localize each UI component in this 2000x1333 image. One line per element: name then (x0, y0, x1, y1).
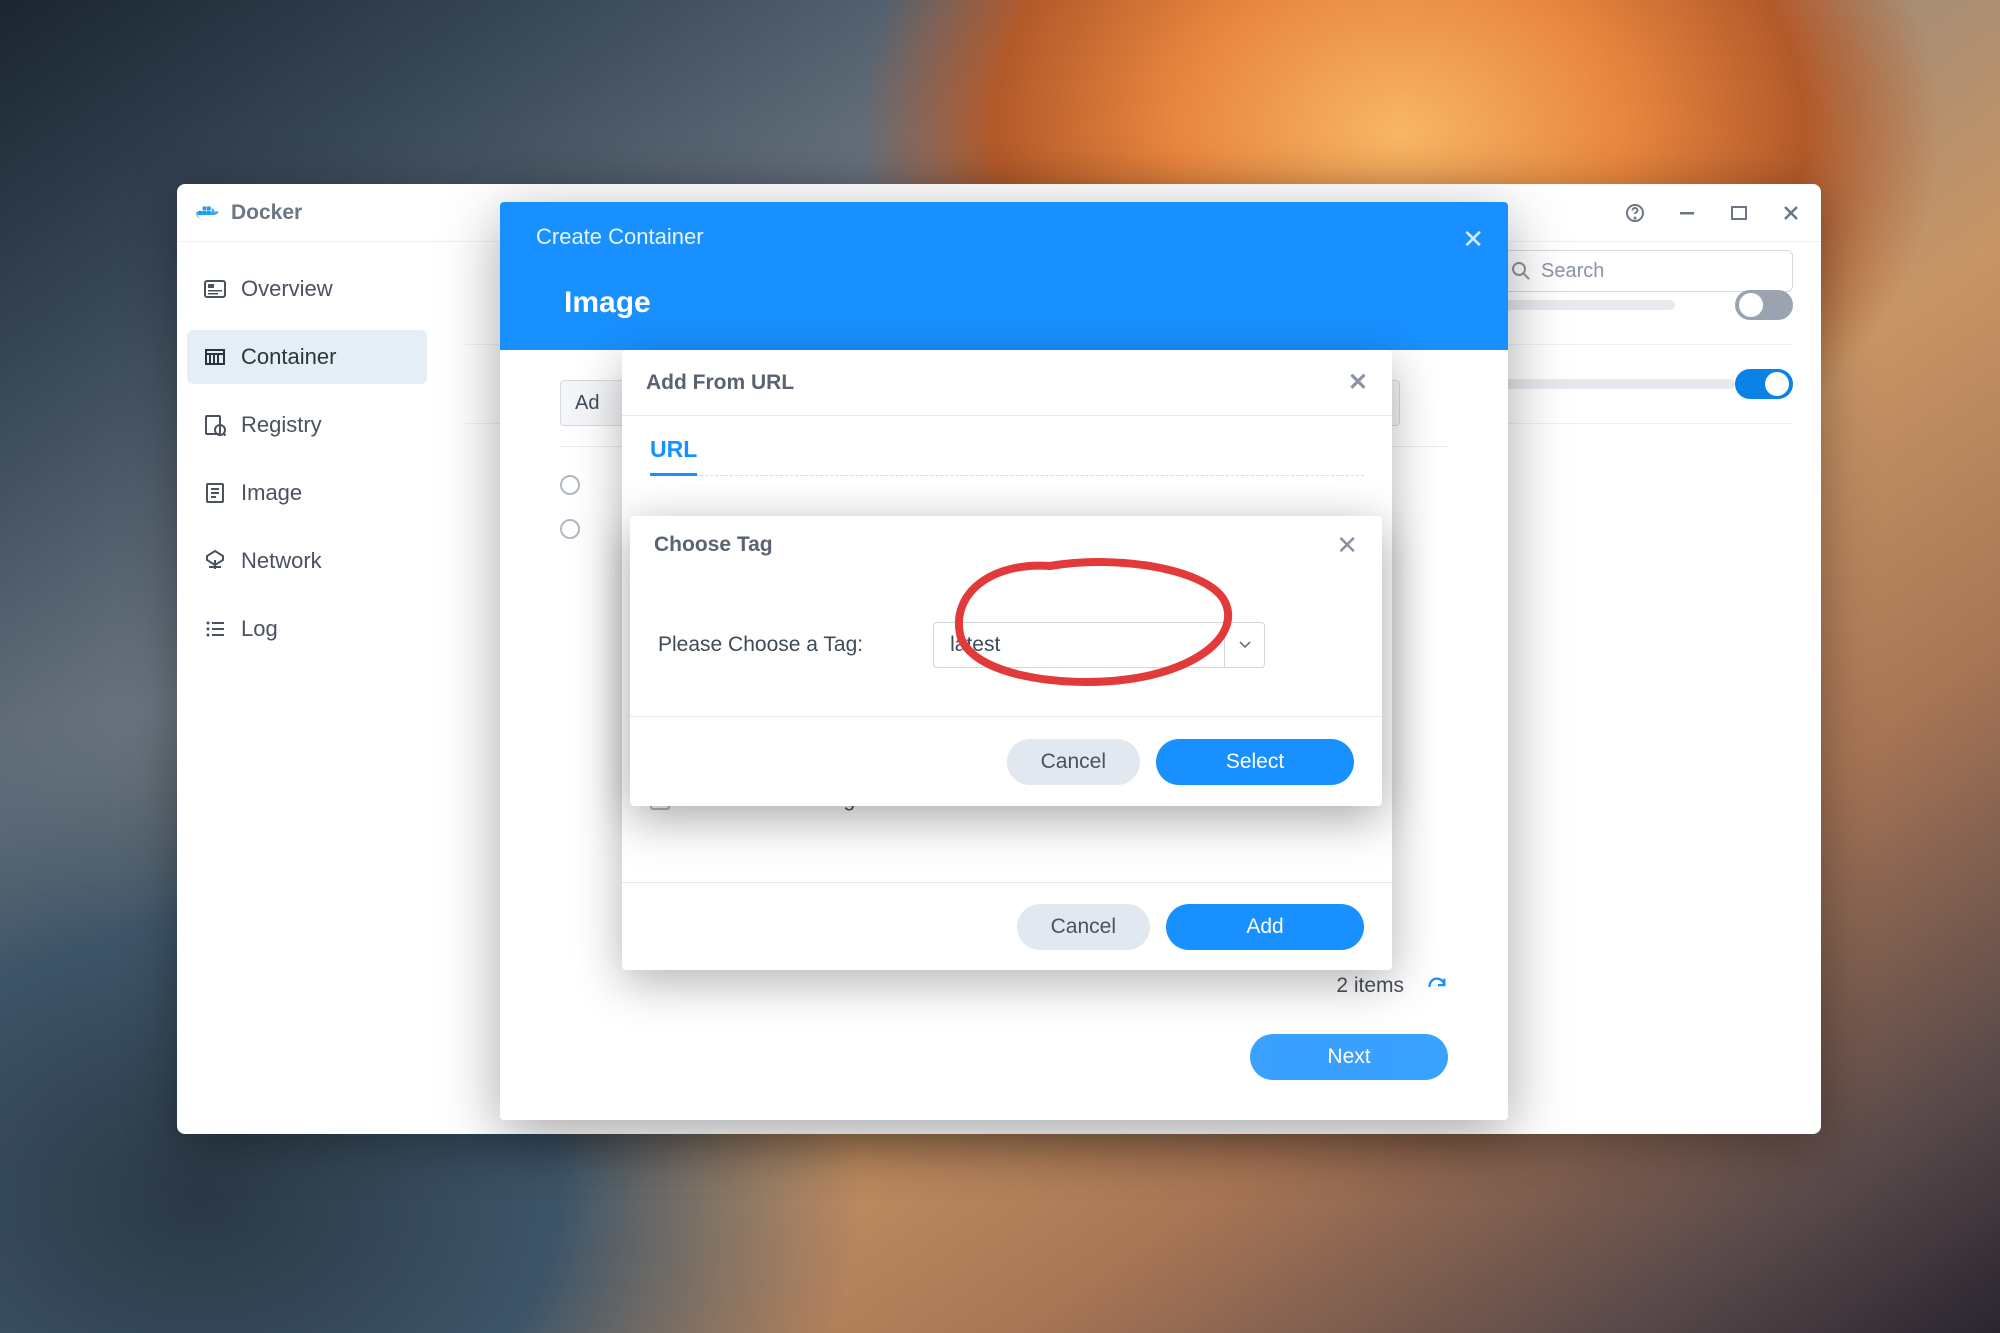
radio-icon (560, 519, 580, 539)
image-icon (203, 481, 227, 505)
log-icon (203, 617, 227, 641)
items-count: 2 items (1336, 974, 1404, 998)
close-icon[interactable]: ✕ (1462, 224, 1484, 255)
sidebar-item-container[interactable]: Container (187, 330, 427, 384)
close-icon[interactable]: ✕ (1348, 368, 1368, 397)
minimize-button[interactable] (1675, 201, 1699, 225)
sidebar-item-label: Image (241, 480, 302, 506)
radio-icon (560, 475, 580, 495)
next-button[interactable]: Next (1250, 1034, 1448, 1080)
select-button[interactable]: Select (1156, 739, 1354, 785)
container-toggle[interactable] (1735, 290, 1793, 320)
search-input[interactable]: Search (1498, 250, 1793, 292)
modal-heading: Image (564, 286, 1472, 320)
choose-tag-modal: Choose Tag ✕ Please Choose a Tag: latest… (630, 516, 1382, 806)
tab-url[interactable]: URL (650, 436, 697, 476)
tag-select[interactable]: latest (933, 622, 1265, 668)
maximize-button[interactable] (1727, 201, 1751, 225)
network-icon (203, 549, 227, 573)
modal-header: Create Container ✕ Image (500, 202, 1508, 350)
sidebar-item-network[interactable]: Network (187, 534, 427, 588)
search-placeholder: Search (1541, 260, 1604, 283)
cancel-button[interactable]: Cancel (1017, 904, 1150, 950)
overview-icon (203, 277, 227, 301)
registry-icon (203, 413, 227, 437)
sidebar-item-label: Log (241, 616, 278, 642)
sidebar-item-image[interactable]: Image (187, 466, 427, 520)
sidebar: Overview Container Registry Image Networ… (177, 242, 437, 1134)
items-count-footer: 2 items (1336, 974, 1448, 998)
modal-title: Create Container (536, 224, 1472, 250)
add-button[interactable]: Add (1166, 904, 1364, 950)
refresh-icon[interactable] (1426, 975, 1448, 997)
tag-select-value: latest (934, 633, 1224, 657)
sidebar-item-label: Registry (241, 412, 322, 438)
cancel-button[interactable]: Cancel (1007, 739, 1140, 785)
sidebar-item-registry[interactable]: Registry (187, 398, 427, 452)
modal-header: Add From URL ✕ (622, 350, 1392, 416)
sidebar-item-label: Network (241, 548, 322, 574)
tag-label: Please Choose a Tag: (658, 633, 863, 657)
close-button[interactable] (1779, 201, 1803, 225)
sidebar-item-label: Container (241, 344, 336, 370)
sidebar-item-log[interactable]: Log (187, 602, 427, 656)
modal-header: Choose Tag ✕ (630, 516, 1382, 574)
sidebar-item-overview[interactable]: Overview (187, 262, 427, 316)
search-icon (1511, 261, 1531, 281)
modal-title: Add From URL (646, 371, 794, 395)
modal-title: Choose Tag (654, 533, 773, 557)
chevron-down-icon (1224, 623, 1264, 667)
docker-icon (195, 203, 221, 223)
help-button[interactable] (1623, 201, 1647, 225)
container-icon (203, 345, 227, 369)
container-toggle[interactable] (1735, 369, 1793, 399)
close-icon[interactable]: ✕ (1336, 530, 1358, 561)
sidebar-item-label: Overview (241, 276, 333, 302)
